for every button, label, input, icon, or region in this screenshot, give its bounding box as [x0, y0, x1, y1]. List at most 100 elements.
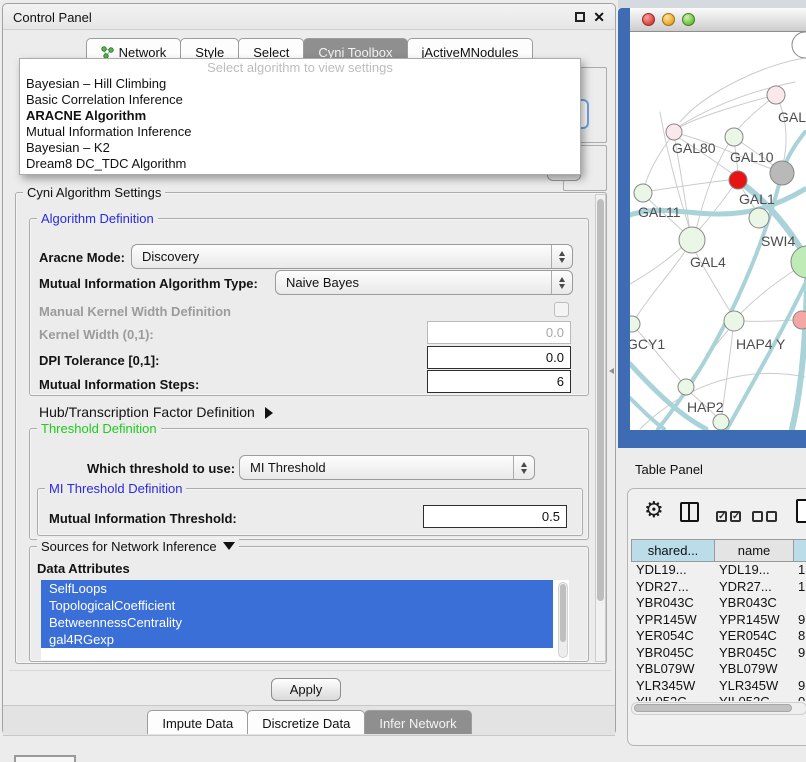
- restore-icon[interactable]: [575, 12, 585, 22]
- control-panel-title: Control Panel: [13, 10, 92, 25]
- network-edge[interactable]: [776, 95, 786, 164]
- network-node[interactable]: [792, 32, 806, 58]
- close-traffic-light-icon[interactable]: [642, 13, 655, 26]
- tab-infer-network[interactable]: Infer Network: [364, 710, 471, 734]
- network-node-hap4[interactable]: [724, 311, 744, 331]
- table-row[interactable]: YBR043CYBR043C: [631, 595, 806, 612]
- data-attribute-item[interactable]: gal4RGexp: [41, 631, 553, 648]
- network-edge[interactable]: [636, 250, 686, 318]
- network-edge-highlighted[interactable]: [727, 284, 805, 429]
- network-node-gal80[interactable]: [666, 124, 682, 140]
- table-row[interactable]: YDR27...YDR27...12: [631, 579, 806, 596]
- document-icon[interactable]: [796, 499, 806, 523]
- table-cell: 8.: [793, 628, 806, 645]
- mi-threshold-label: Mutual Information Threshold:: [49, 511, 237, 526]
- table-cell: YBL079W: [714, 661, 793, 678]
- data-attribute-item[interactable]: TopologicalCoefficient: [41, 597, 553, 614]
- table-row[interactable]: YER054CYER054C8.: [631, 628, 806, 645]
- network-node-gal11[interactable]: [634, 184, 652, 202]
- table-row[interactable]: YLR345WYLR345W9.: [631, 678, 806, 695]
- table-row[interactable]: YIL052CYIL052C0.: [631, 694, 806, 701]
- network-node-y[interactable]: [793, 311, 806, 329]
- algorithm-dropdown-placeholder: Select algorithm to view settings: [20, 59, 580, 76]
- network-node-swi4[interactable]: [749, 208, 769, 228]
- zoom-traffic-light-icon[interactable]: [682, 13, 695, 26]
- tab-impute-data[interactable]: Impute Data: [147, 710, 248, 734]
- network-node-label: GAL80: [672, 140, 716, 156]
- mi-steps-input[interactable]: 6: [427, 370, 571, 393]
- table-body: YDL19...YDL19...13YDR27...YDR27...12YBR0…: [631, 562, 806, 701]
- deselect-all-columns-icon[interactable]: [752, 511, 777, 522]
- algorithm-option[interactable]: Bayesian – Hill Climbing: [20, 76, 580, 92]
- network-node-label: GAL4: [690, 254, 726, 270]
- network-node[interactable]: [770, 161, 794, 185]
- settings-scrollbar[interactable]: [595, 194, 606, 662]
- mi-threshold-input[interactable]: 0.5: [423, 505, 567, 528]
- network-node-hap2[interactable]: [678, 379, 694, 395]
- table-cell: YLR345W: [714, 678, 793, 695]
- mi-steps-label: Mutual Information Steps:: [39, 377, 199, 392]
- minimized-panel-icon[interactable]: [14, 755, 76, 762]
- minimize-traffic-light-icon[interactable]: [662, 13, 675, 26]
- table-row[interactable]: YDL19...YDL19...13: [631, 562, 806, 579]
- table-cell: [793, 595, 806, 612]
- network-edge[interactable]: [698, 185, 734, 231]
- network-edge[interactable]: [722, 329, 733, 414]
- gear-icon[interactable]: ⚙: [644, 499, 664, 521]
- table-horizontal-scrollbar[interactable]: [631, 702, 806, 715]
- algorithm-option[interactable]: Bayesian – K2: [20, 140, 580, 156]
- network-node-gal1[interactable]: [729, 171, 747, 189]
- sources-group-title[interactable]: Sources for Network Inference: [37, 539, 239, 554]
- combo-stepper-icon: [513, 456, 534, 479]
- table-column-header[interactable]: name: [714, 539, 793, 562]
- network-edge[interactable]: [680, 95, 776, 127]
- table-cell: YIL052C: [714, 694, 793, 701]
- network-node-gal4[interactable]: [679, 227, 705, 253]
- algorithm-option[interactable]: Mutual Information Inference: [20, 124, 580, 140]
- table-cell: [793, 661, 806, 678]
- network-node-gal[interactable]: [767, 86, 785, 104]
- network-node-gal10[interactable]: [725, 128, 743, 146]
- network-edge[interactable]: [645, 136, 672, 186]
- table-cell: 13: [793, 562, 806, 579]
- mi-algorithm-type-select[interactable]: Naive Bayes: [275, 270, 573, 295]
- network-edge[interactable]: [630, 247, 682, 284]
- manual-kernel-width-checkbox[interactable]: [554, 302, 569, 317]
- apply-button[interactable]: Apply: [271, 678, 341, 701]
- network-node-label: GAL1: [739, 191, 775, 207]
- algorithm-definition-title: Algorithm Definition: [37, 211, 158, 226]
- column-browser-icon[interactable]: [680, 502, 699, 522]
- data-attribute-item[interactable]: SelfLoops: [41, 580, 553, 597]
- splitter-collapse-icon[interactable]: [609, 368, 614, 374]
- table-row[interactable]: YBL079WYBL079W: [631, 661, 806, 678]
- aracne-mode-select[interactable]: Discovery: [131, 244, 573, 269]
- table-row[interactable]: YBR045CYBR045C9.: [631, 645, 806, 662]
- data-attribute-item[interactable]: BetweennessCentrality: [41, 614, 553, 631]
- attributes-list-scrollbar[interactable]: [558, 582, 568, 658]
- control-panel-titlebar[interactable]: Control Panel ✕: [3, 4, 615, 30]
- kernel-width-label: Kernel Width (0,1):: [39, 327, 154, 342]
- table-cell: YBL079W: [631, 661, 714, 678]
- tab-discretize-data[interactable]: Discretize Data: [247, 710, 365, 734]
- table-column-header[interactable]: [793, 539, 806, 562]
- select-all-columns-icon[interactable]: ✓ ✓: [716, 511, 741, 522]
- network-canvas[interactable]: GALGAL80GAL10GAL1GAL11SWI4GAL4GCY1HAP4YH…: [630, 32, 806, 430]
- algorithm-option[interactable]: Dream8 DC_TDC Algorithm: [20, 156, 580, 172]
- network-node-gcy1[interactable]: [630, 316, 640, 332]
- network-edge-highlighted[interactable]: [630, 398, 664, 429]
- table-column-header[interactable]: shared...: [631, 539, 714, 562]
- network-node[interactable]: [791, 246, 806, 278]
- which-threshold-select[interactable]: MI Threshold: [239, 455, 535, 480]
- close-icon[interactable]: ✕: [593, 9, 605, 26]
- network-window-titlebar[interactable]: [630, 8, 806, 32]
- table-row[interactable]: YPR145WYPR145W9.: [631, 612, 806, 629]
- network-edge[interactable]: [650, 180, 730, 191]
- dpi-tolerance-input[interactable]: 0.0: [427, 346, 571, 369]
- network-node[interactable]: [713, 414, 729, 430]
- combo-stepper-icon: [551, 245, 572, 268]
- kernel-width-input[interactable]: 0.0: [427, 321, 571, 344]
- algorithm-option[interactable]: Basic Correlation Inference: [20, 92, 580, 108]
- hub-definition-toggle[interactable]: Hub/Transcription Factor Definition: [39, 404, 273, 420]
- algorithm-option[interactable]: ARACNE Algorithm: [20, 108, 580, 124]
- table-cell: YER054C: [631, 628, 714, 645]
